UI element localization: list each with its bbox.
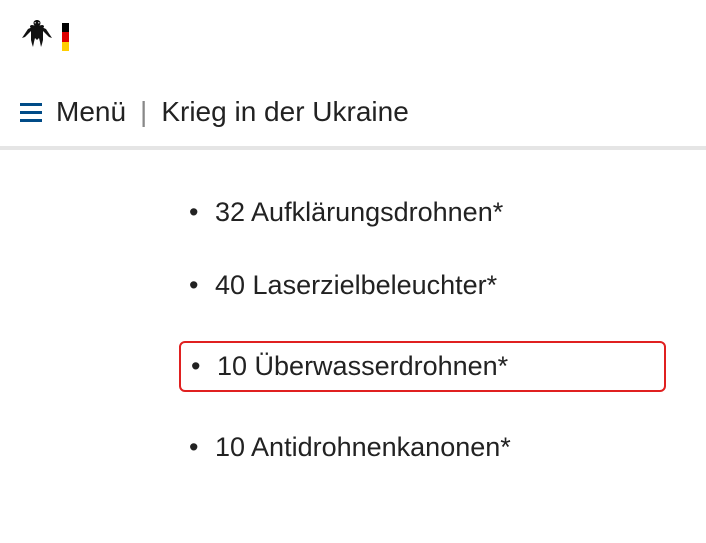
list-item: 40 Laserzielbeleuchter* (185, 268, 666, 303)
list-item: 32 Aufklärungsdrohnen* (185, 195, 666, 230)
menu-label[interactable]: Menü (56, 96, 126, 128)
item-list: 32 Aufklärungsdrohnen* 40 Laserzielbeleuc… (185, 195, 666, 465)
eagle-logo (20, 18, 54, 56)
list-item: 10 Antidrohnenkanonen* (185, 430, 666, 465)
list-item-text: 10 Antidrohnenkanonen* (215, 432, 511, 462)
menu-separator: | (140, 96, 147, 128)
list-item: 10 Überwasserdrohnen* (179, 341, 666, 392)
list-item-text: 32 Aufklärungsdrohnen* (215, 197, 503, 227)
german-flag-icon (62, 23, 69, 51)
menu-bar: Menü | Krieg in der Ukraine (0, 68, 706, 150)
list-item-text: 10 Überwasserdrohnen* (217, 351, 508, 381)
content-area: 32 Aufklärungsdrohnen* 40 Laserzielbeleuc… (0, 150, 706, 543)
hamburger-icon[interactable] (20, 101, 42, 124)
breadcrumb-current[interactable]: Krieg in der Ukraine (161, 96, 408, 128)
header-top (0, 0, 706, 68)
list-item-text: 40 Laserzielbeleuchter* (215, 270, 497, 300)
